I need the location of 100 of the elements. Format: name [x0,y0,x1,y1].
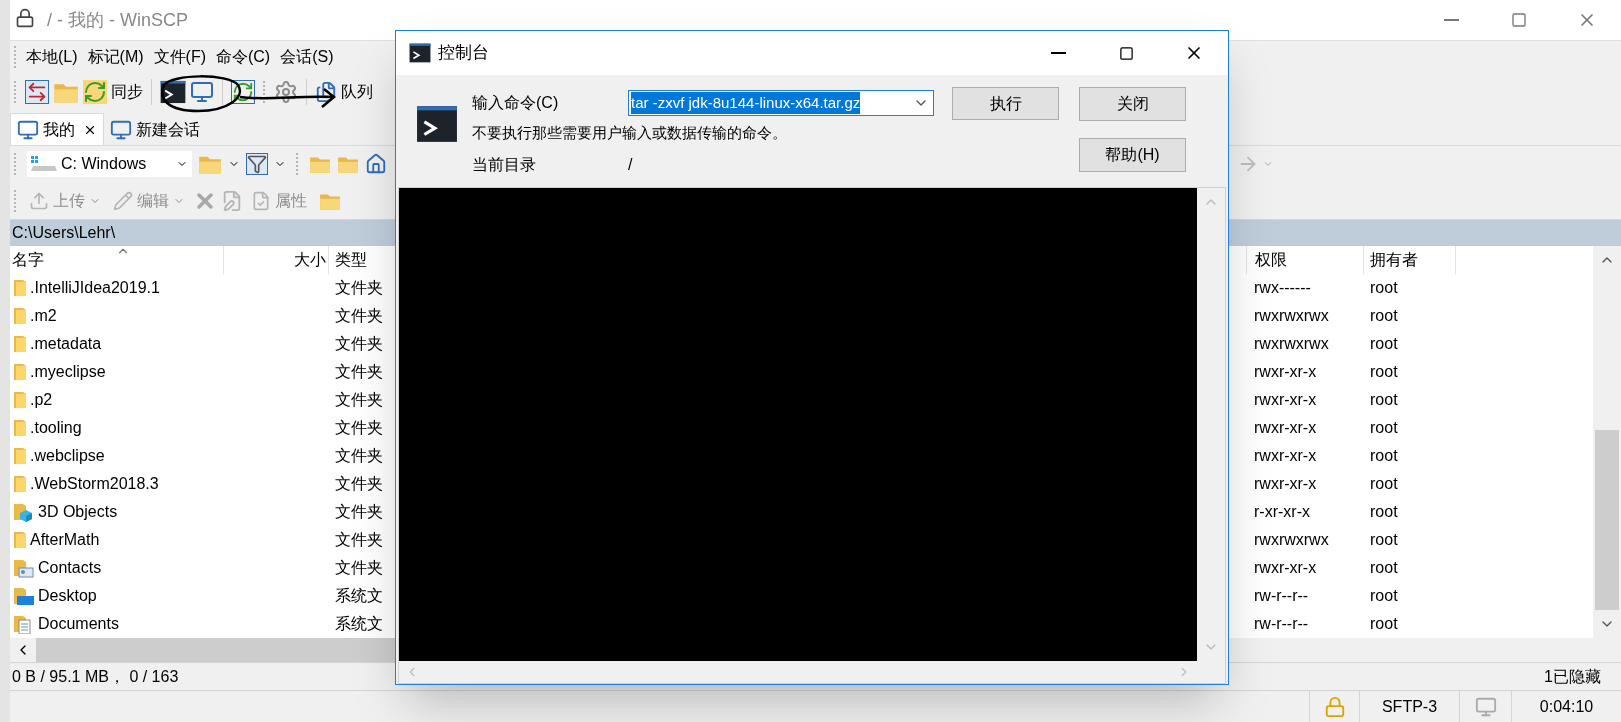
rename-icon[interactable] [221,189,243,212]
settings-icon[interactable] [274,80,298,104]
status-text: 0 B / 95.1 MB， 0 / 163 [11,666,179,687]
execute-button[interactable]: 执行 [952,87,1059,120]
table-cell-text: root [1369,474,1399,494]
table-cell-text: root [1369,502,1399,522]
minimize-icon [1050,52,1066,54]
console-icon [408,42,432,64]
monitor-icon [110,119,132,141]
menu-item[interactable]: 命令(C) [211,42,276,71]
folder-icon [14,474,26,494]
file-name: .IntelliJIdea2019.1 [30,278,160,298]
menu-item[interactable]: 本地(L) [21,42,83,71]
queue-icon [315,81,337,103]
folder-icon [14,334,26,354]
menu-item[interactable]: 文件(F) [148,42,211,71]
file-name: 3D Objects [38,502,118,522]
folder-icon [14,362,26,382]
field-label: 当前目录 [472,155,537,175]
file-name: .p2 [30,390,53,410]
table-cell-text: rwxr-xr-x [1253,446,1318,466]
folder-icon [14,446,26,466]
maximize-icon [1511,12,1527,28]
file-name: .WebStorm2018.3 [30,474,159,494]
documents-folder-icon [14,614,34,634]
file-name: Contacts [38,558,102,578]
table-cell-text: root [1369,446,1399,466]
column-header[interactable]: 权限 [1246,246,1364,274]
edit-icon [113,190,133,211]
file-name: Documents [38,614,119,634]
table-cell-text: 文件夹 [334,502,383,522]
column-header[interactable]: 大小 [224,246,329,274]
cube-folder-icon [14,502,34,522]
table-cell-text: root [1369,278,1399,298]
table-cell-text: 文件夹 [334,418,383,438]
menu-item[interactable]: 会话(S) [275,42,339,71]
command-combobox[interactable]: tar -zxvf jdk-8u144-linux-x64.tar.gz [628,90,934,116]
refresh-icon[interactable] [231,80,255,104]
file-name: .metadata [30,334,102,354]
folder-icon [14,390,26,410]
table-cell-text: 文件夹 [334,306,383,326]
table-cell-text: 文件夹 [334,530,383,550]
folder-icon [14,418,26,438]
horizontal-scrollbar[interactable] [10,638,395,662]
table-cell-text: rwxrwxrwx [1253,334,1330,354]
table-cell-text: root [1369,306,1399,326]
file-name: .tooling [30,418,82,438]
help-button[interactable]: 帮助(H) [1079,138,1186,172]
session-tab[interactable]: 我的 [10,113,104,145]
folder-icon [14,306,26,326]
monitor-icon [17,118,39,141]
column-header[interactable]: 拥有者 [1364,246,1456,274]
menu-item[interactable]: 标记(M) [82,42,149,71]
table-cell-text: rwxrwxrwx [1253,306,1330,326]
column-header[interactable]: 名字 [10,246,224,274]
close-dialog-button[interactable]: 关闭 [1079,87,1186,121]
contacts-folder-icon [14,558,34,578]
table-cell-text: root [1369,362,1399,382]
file-name: Desktop [38,586,97,606]
table-cell-text: 文件夹 [334,362,383,382]
table-cell-text: root [1369,614,1399,634]
table-cell-text: root [1369,334,1399,354]
table-cell-text: rwxr-xr-x [1253,390,1318,410]
lock-icon [1323,695,1346,718]
console-icon [416,103,458,145]
table-cell-text: rwxr-xr-x [1253,418,1318,438]
table-cell-text: rwxr-xr-x [1253,558,1318,578]
warning-text: 不要执行那些需要用户输入或数据传输的命令。 [472,122,788,143]
upload-icon [29,190,49,211]
table-cell-text: rwxr-xr-x [1253,362,1318,382]
table-cell-text: 文件夹 [334,278,383,298]
table-cell-text: root [1369,558,1399,578]
column-header[interactable]: 类型 [329,246,395,274]
protocol-label: SFTP-3 [1359,691,1459,722]
table-cell-text: 文件夹 [334,446,383,466]
table-cell-text: rwxr-xr-x [1253,474,1318,494]
minimize-icon [1443,19,1459,21]
status-text: 1已隐藏 [1544,666,1602,687]
vertical-scrollbar[interactable] [1593,246,1621,638]
filter-icon[interactable] [246,153,268,175]
file-name: .webclipse [30,446,105,466]
caret-icon [1263,159,1273,169]
table-cell-text: 文件夹 [334,474,383,494]
table-cell-text: 文件夹 [334,390,383,410]
home-icon[interactable] [365,153,387,175]
table-cell-text: rwxrwxrwx [1253,530,1330,550]
table-cell-text: 文件夹 [334,334,383,354]
compare-icon[interactable] [25,80,49,104]
putty-icon[interactable] [190,80,214,104]
path-label: C:\Users\Lehr\ [11,223,116,243]
drive-select[interactable]: C: Windows [27,151,192,177]
table-cell-text: 系统文 [334,614,383,634]
window-title: / - 我的 - WinSCP [47,8,188,32]
field-label: 输入命令(C) [472,93,560,113]
drive-icon [31,155,57,173]
properties-icon [251,190,271,211]
queue-button[interactable]: 队列 [315,77,373,107]
table-cell-text: 系统文 [334,586,383,606]
file-name: .myeclipse [30,362,106,382]
sync-button[interactable]: 同步 [83,77,143,107]
